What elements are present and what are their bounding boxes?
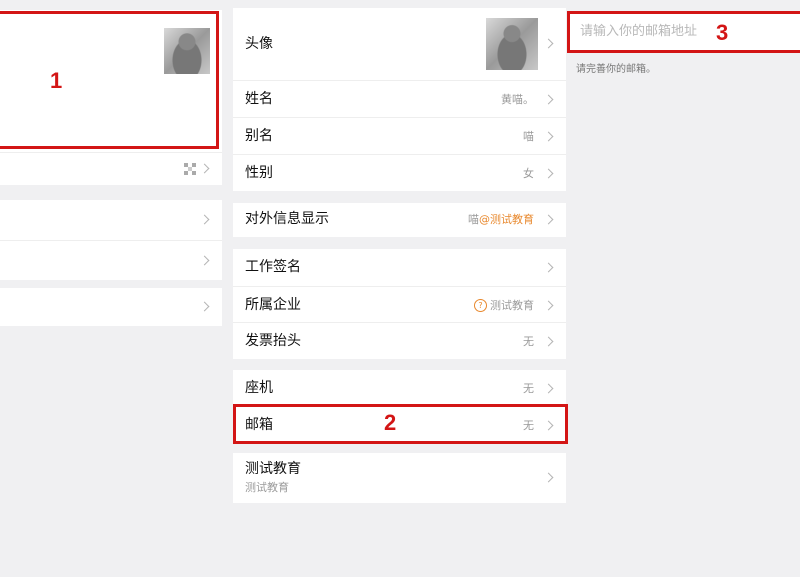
invoice-label: 发票抬头 xyxy=(245,333,301,349)
work-signature-label: 工作签名 xyxy=(245,259,301,275)
chevron-right-icon xyxy=(199,214,210,224)
invoice-row[interactable]: 发票抬头 无 xyxy=(233,322,566,360)
external-info-value: 喵@测试教育 xyxy=(468,201,534,238)
annotation-box-2 xyxy=(233,404,568,444)
annotation-box-1 xyxy=(0,11,219,149)
external-info-group: 对外信息显示 喵@测试教育 xyxy=(233,203,566,237)
organization-row[interactable]: 测试教育 测试教育 xyxy=(233,453,566,503)
alias-row[interactable]: 别名 喵 xyxy=(233,117,566,155)
company-name: 测试教育 xyxy=(490,299,534,312)
chevron-right-icon xyxy=(543,168,554,178)
annotation-number-1: 1 xyxy=(50,68,63,93)
landline-label: 座机 xyxy=(245,380,273,396)
chevron-right-icon xyxy=(543,94,554,104)
left-menu-item-3[interactable] xyxy=(0,288,222,326)
chevron-right-icon xyxy=(543,214,554,224)
work-signature-row[interactable]: 工作签名 xyxy=(233,249,566,286)
chevron-right-icon xyxy=(199,255,210,265)
email-hint: 请完善你的邮箱。 xyxy=(576,64,656,75)
work-info-group: 工作签名 所属企业 ? 测试教育 发票抬头 无 xyxy=(233,249,566,359)
company-value: ? 测试教育 xyxy=(474,287,534,324)
external-info-row[interactable]: 对外信息显示 喵@测试教育 xyxy=(233,201,566,238)
left-menu-item-2[interactable] xyxy=(0,240,222,280)
company-label: 所属企业 xyxy=(245,297,301,313)
chevron-right-icon xyxy=(543,38,554,49)
chevron-right-icon xyxy=(543,336,554,346)
chevron-right-icon xyxy=(543,300,554,310)
invoice-value: 无 xyxy=(523,335,534,348)
chevron-right-icon xyxy=(543,262,554,272)
company-row[interactable]: 所属企业 ? 测试教育 xyxy=(233,286,566,324)
chevron-right-icon xyxy=(543,383,554,393)
avatar-row[interactable]: 头像 xyxy=(233,8,566,80)
annotation-box-3 xyxy=(567,11,800,53)
name-value: 黄喵。 xyxy=(501,93,534,106)
landline-value: 无 xyxy=(523,382,534,395)
qr-code-icon xyxy=(184,163,196,175)
left-menu-item-1[interactable] xyxy=(0,200,222,239)
chevron-right-icon xyxy=(199,301,210,312)
gender-label: 性别 xyxy=(245,165,273,181)
chevron-right-icon xyxy=(199,163,210,174)
annotation-number-2: 2 xyxy=(384,410,397,435)
organization-sub: 测试教育 xyxy=(245,481,289,494)
left-menu-group xyxy=(0,200,222,280)
gender-value: 女 xyxy=(523,167,534,180)
external-info-org: 测试教育 xyxy=(490,213,534,226)
alias-value: 喵 xyxy=(523,130,534,143)
basic-info-group: 头像 姓名 黄喵。 别名 喵 性别 女 xyxy=(233,8,566,191)
alias-label: 别名 xyxy=(245,128,273,144)
gender-row[interactable]: 性别 女 xyxy=(233,154,566,192)
name-label: 姓名 xyxy=(245,91,273,107)
annotation-number-3: 3 xyxy=(716,20,729,45)
avatar xyxy=(486,18,538,70)
chevron-right-icon xyxy=(543,472,554,483)
qr-code-row[interactable] xyxy=(0,152,222,185)
external-info-label: 对外信息显示 xyxy=(245,211,329,227)
landline-row[interactable]: 座机 无 xyxy=(233,370,566,407)
organization-label: 测试教育 xyxy=(245,461,301,477)
name-row[interactable]: 姓名 黄喵。 xyxy=(233,80,566,118)
external-info-name: 喵 xyxy=(468,213,479,226)
chevron-right-icon xyxy=(543,131,554,141)
avatar-label: 头像 xyxy=(245,36,273,52)
external-info-at: @ xyxy=(479,213,490,226)
organization-group: 测试教育 测试教育 xyxy=(233,453,566,503)
help-icon: ? xyxy=(474,298,487,312)
